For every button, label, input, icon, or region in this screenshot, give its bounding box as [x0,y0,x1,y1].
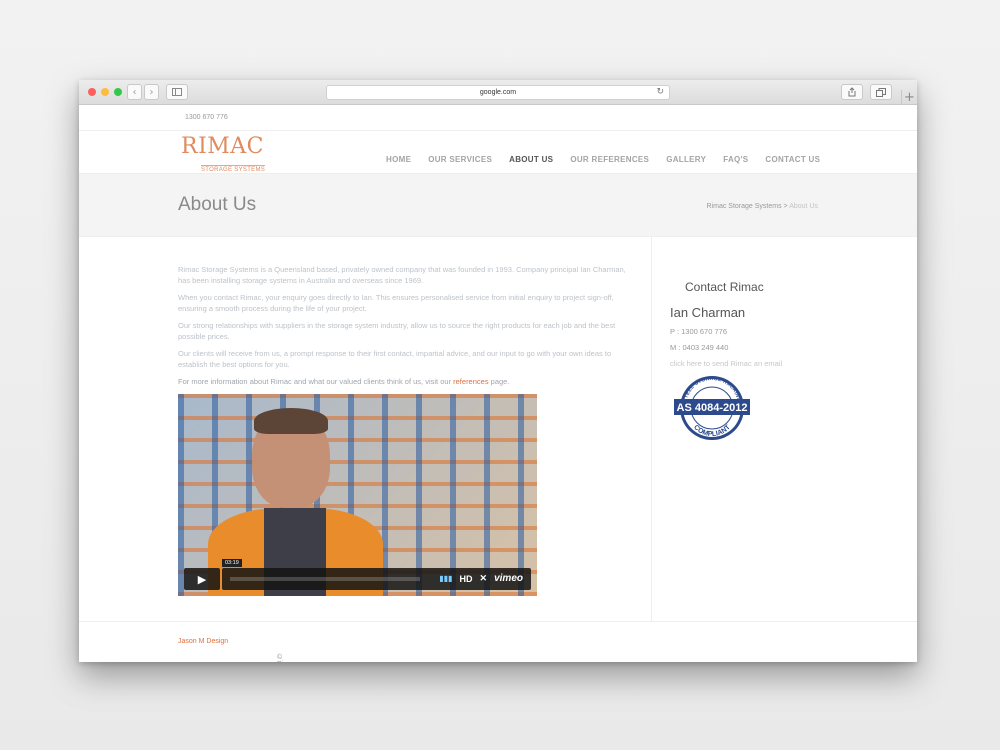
about-paragraph: Rimac Storage Systems is a Queensland ba… [178,265,626,285]
reload-icon[interactable]: ↻ [656,87,664,97]
site-header: RIMAC STORAGE SYSTEMS HOME OUR SERVICES … [79,131,917,176]
share-button[interactable] [841,84,863,100]
video-right-controls: ▮▮▮ HD ✕ vimeo [432,573,523,584]
footer-designer-link[interactable]: Jason M Design [178,638,228,645]
as4084-compliance-seal: STEEL STORAGE RACKING AS 4084-2012 COMPL… [672,370,840,447]
site-footer: © Rimac 2016 - Web Design by Jason M Des… [79,621,917,662]
volume-icon[interactable]: ▮▮▮ [439,574,452,583]
about-references-paragraph: For more information about Rimac and wha… [178,376,633,387]
footer-text: © Rimac 2016 - Web Design by [277,654,297,662]
about-paragraph: Our clients will receive from us, a prom… [178,349,612,369]
logo-tagline: STORAGE SYSTEMS [201,165,266,173]
nav-gallery[interactable]: GALLERY [666,155,706,164]
references-text-before: For more information about Rimac and wha… [178,377,454,386]
site-topbar: 1300 670 776 [79,105,917,131]
tabs-icon [876,87,886,97]
footer-copyright: © Rimac 2016 - Web Design by Jason M Des… [178,638,297,662]
sidebar-icon [172,88,182,96]
about-paragraph: When you contact Rimac, your enquiry goe… [178,293,614,313]
forward-button[interactable]: › [144,84,159,100]
nav-about-us[interactable]: ABOUT US [509,155,553,164]
contact-mobile[interactable]: M : 0403 249 440 [670,343,840,352]
breadcrumb-separator: > [783,203,788,210]
topbar-phone[interactable]: 1300 670 776 [185,114,228,121]
email-link[interactable]: click here to send Rimac an email [670,359,840,368]
browser-window: ‹ › google.com ↻ + 1300 670 776 RIMAC ST… [79,80,917,662]
contact-phone[interactable]: P : 1300 670 776 [670,327,840,336]
references-link[interactable]: references [453,377,488,386]
sidebar-toggle-button[interactable] [166,84,188,100]
rimac-logo[interactable]: RIMAC STORAGE SYSTEMS [181,134,266,176]
browser-toolbar: ‹ › google.com ↻ + [79,80,917,105]
fullscreen-icon[interactable]: ✕ [480,573,488,584]
contact-sidebar: Contact Rimac Ian Charman P : 1300 670 7… [670,280,840,447]
compliance-seal-graphic: STEEL STORAGE RACKING AS 4084-2012 COMPL… [674,376,750,440]
minimize-window-button[interactable] [101,88,109,96]
nav-contact-us[interactable]: CONTACT US [765,155,820,164]
video-control-bar: ▮▮▮ HD ✕ vimeo [222,568,531,590]
vimeo-video-player[interactable]: ▶ ▮▮▮ HD ✕ vimeo 03:19 [178,394,537,596]
chevron-right-icon: › [149,86,154,98]
seal-main-text: AS 4084-2012 [677,402,748,414]
play-button[interactable]: ▶ [184,568,220,590]
main-nav: HOME OUR SERVICES ABOUT US OUR REFERENCE… [386,155,837,164]
video-controls: ▶ ▮▮▮ HD ✕ vimeo 03:19 [184,559,531,590]
sidebar-divider [651,237,652,621]
logo-wordmark: RIMAC [181,134,265,159]
close-window-button[interactable] [88,88,96,96]
plus-icon: + [904,90,915,105]
nav-our-references[interactable]: OUR REFERENCES [570,155,649,164]
back-button[interactable]: ‹ [127,84,142,100]
breadcrumb-home[interactable]: Rimac Storage Systems [707,203,782,210]
video-progress-track[interactable] [230,577,420,581]
contact-name: Ian Charman [670,305,746,320]
nav-faqs[interactable]: FAQ'S [723,155,748,164]
url-text: google.com [479,89,517,96]
hd-toggle[interactable]: HD [460,574,473,584]
about-paragraph: Our strong relationships with suppliers … [178,321,616,341]
share-icon [848,87,856,97]
play-icon: ▶ [197,572,207,586]
page-title: About Us [178,194,257,215]
nav-home[interactable]: HOME [386,155,411,164]
page-title-bar: About Us Rimac Storage Systems > About U… [79,173,917,237]
breadcrumb-current: About Us [789,203,818,210]
contact-title: Contact Rimac [685,280,764,294]
new-tab-button[interactable]: + [901,90,917,105]
nav-our-services[interactable]: OUR SERVICES [428,155,492,164]
page-content: Rimac Storage Systems is a Queensland ba… [79,237,917,621]
references-text-after: page. [488,377,510,386]
video-duration: 03:19 [222,559,242,567]
address-bar[interactable]: google.com ↻ [326,85,670,100]
about-text: Rimac Storage Systems is a Queensland ba… [178,264,633,393]
breadcrumb: Rimac Storage Systems > About Us [707,203,819,210]
tabs-overview-button[interactable] [870,84,892,100]
person-hair [254,408,328,434]
chevron-left-icon: ‹ [132,86,137,98]
vimeo-logo[interactable]: vimeo [494,573,523,584]
maximize-window-button[interactable] [114,88,122,96]
